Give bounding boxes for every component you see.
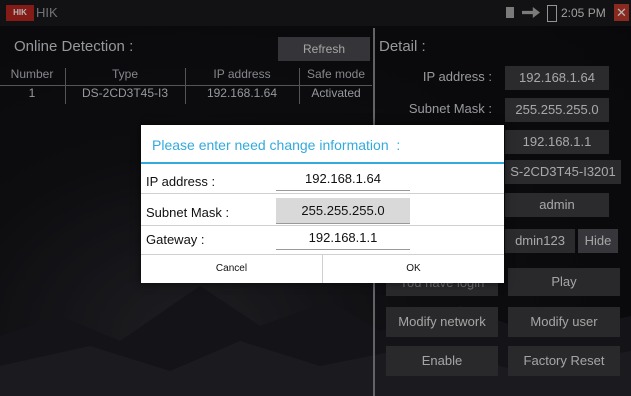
dialog-mask-label: Subnet Mask : xyxy=(146,205,230,220)
cancel-button[interactable]: Cancel xyxy=(141,255,322,283)
dialog-row-divider xyxy=(141,193,504,194)
dialog-title-rule xyxy=(141,162,504,164)
dialog-gateway-input[interactable]: 192.168.1.1 xyxy=(276,227,410,250)
ok-button[interactable]: OK xyxy=(323,255,504,283)
dialog-row-divider xyxy=(141,225,504,226)
dialog-gateway-label: Gateway : xyxy=(146,232,205,247)
dialog-ip-label: IP address : xyxy=(146,174,216,189)
dialog-ip-input[interactable]: 192.168.1.64 xyxy=(276,168,410,191)
dialog-mask-input[interactable]: 255.255.255.0 xyxy=(276,198,410,224)
dialog-title: Please enter need change information : xyxy=(152,137,401,153)
change-info-dialog: Please enter need change information : I… xyxy=(141,125,504,283)
